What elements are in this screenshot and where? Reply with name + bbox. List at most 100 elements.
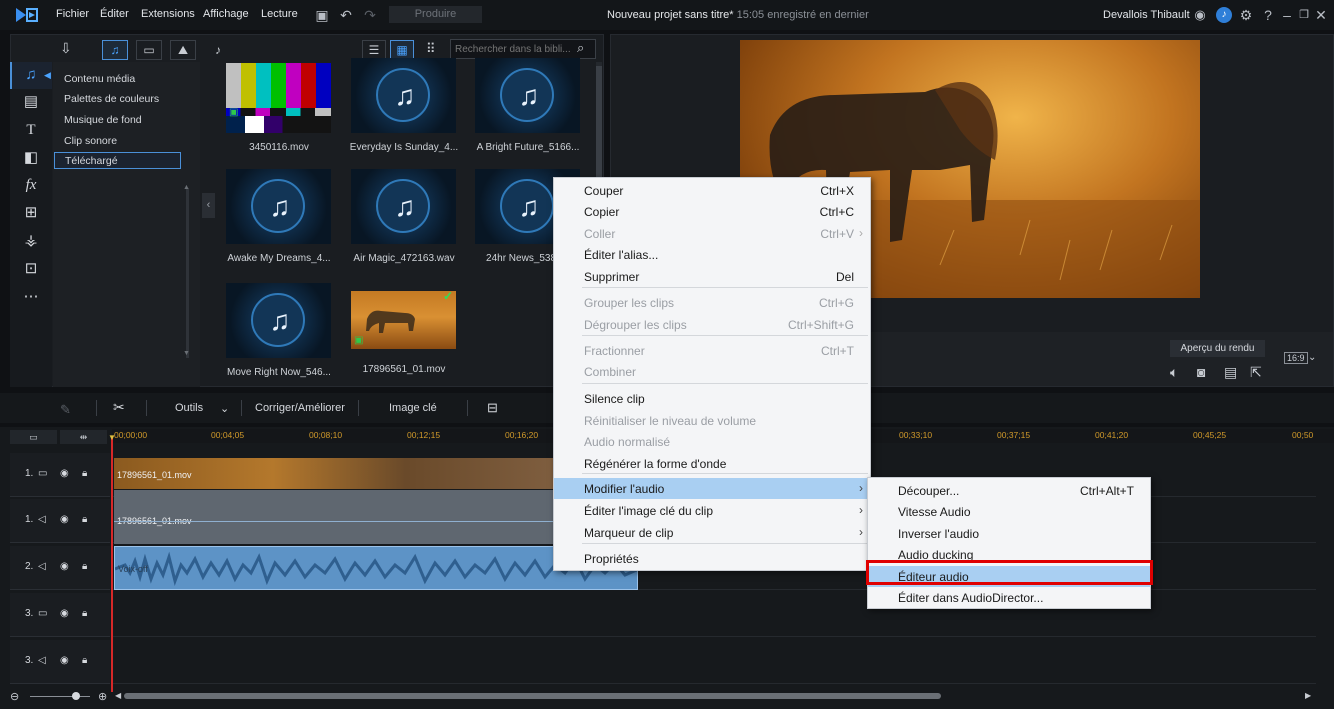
zoom-slider-track[interactable] — [30, 696, 90, 697]
context-menu-item[interactable]: Fractionner Ctrl+T — [554, 340, 870, 361]
track-header-audio-1[interactable]: 1. ◁ ◉ 🔒︎ — [10, 499, 110, 543]
media-item[interactable]: ♫ Air Magic_472163.wav — [351, 169, 456, 264]
media-room-icon[interactable]: ♫ — [20, 65, 42, 85]
media-item[interactable]: ♫ Everyday Is Sunday_4... — [350, 58, 458, 153]
track-manager-icon[interactable]: ▭ — [10, 430, 57, 444]
user-name[interactable]: Devallois Thibault — [1103, 9, 1190, 21]
track-header-video-3[interactable]: 3. ▭ ◉ 🔒︎ — [10, 593, 110, 637]
track-header-audio-3[interactable]: 3. ◁ ◉ 🔒︎ — [10, 640, 110, 684]
context-menu-item[interactable]: Dégrouper les clips Ctrl+Shift+G — [554, 314, 870, 335]
media-item[interactable]: ▣ ✓ 17896561_01.mov — [351, 291, 456, 375]
import-media-icon[interactable]: ⇩ — [60, 40, 72, 57]
subtitle-icon[interactable]: ▤ — [1224, 364, 1237, 381]
grid-view-icon[interactable]: ▦ — [390, 40, 414, 60]
produce-button[interactable]: Produire — [389, 6, 482, 23]
undo-icon[interactable]: ↶ — [337, 6, 355, 24]
context-menu-item[interactable]: Supprimer Del — [554, 266, 870, 287]
submenu-item[interactable]: Découper... Ctrl+Alt+T — [868, 480, 1150, 501]
tools-dropdown[interactable]: Outils — [175, 402, 203, 414]
context-menu-item[interactable]: Propriétés — [554, 548, 870, 569]
context-menu-item[interactable]: Copier Ctrl+C — [554, 201, 870, 222]
visibility-eye-icon[interactable]: ◉ — [60, 468, 69, 479]
lock-icon[interactable]: 🔒︎ — [82, 514, 87, 525]
tab-music-icon[interactable]: ♫ — [102, 40, 128, 60]
lock-icon[interactable]: 🔒︎ — [82, 561, 87, 572]
context-menu-item[interactable]: Éditer l'image clé du clip › — [554, 500, 870, 521]
pip-room-icon[interactable]: ⊞ — [20, 203, 42, 223]
menu-affichage[interactable]: Affichage — [203, 8, 249, 20]
playhead[interactable] — [111, 436, 113, 692]
tools-chevron-down-icon[interactable]: ⌄ — [220, 402, 229, 415]
submenu-item[interactable]: Vitesse Audio — [868, 501, 1150, 522]
playhead-marker-icon[interactable]: ▼ — [108, 433, 116, 442]
category-palettes[interactable]: Palettes de couleurs — [64, 91, 191, 108]
tab-image-icon[interactable]: ⛰ — [170, 40, 196, 60]
context-menu-item[interactable]: Régénérer la forme d'onde — [554, 453, 870, 474]
context-menu-item[interactable]: Silence clip — [554, 388, 870, 409]
context-menu-item[interactable]: Combiner — [554, 361, 870, 382]
lock-icon[interactable]: 🔒︎ — [82, 608, 87, 619]
visibility-eye-icon[interactable]: ◉ — [60, 514, 69, 525]
account-icon[interactable]: ◉ — [1191, 6, 1209, 24]
menu-editer[interactable]: Éditer — [100, 8, 129, 20]
template-room-icon[interactable]: ▤ — [20, 92, 42, 112]
settings-gear-icon[interactable]: ⚙ — [1237, 6, 1255, 24]
context-menu-item[interactable]: Audio normalisé — [554, 431, 870, 452]
render-preview-button[interactable]: Aperçu du rendu — [1170, 340, 1265, 357]
timeline-scrollbar[interactable] — [124, 693, 941, 699]
media-item[interactable]: ▣ 3450116.mov — [226, 63, 331, 153]
tab-video-icon[interactable]: ▭ — [136, 40, 162, 60]
split-scissors-icon[interactable]: ✂ — [113, 399, 125, 416]
visibility-eye-icon[interactable]: ◉ — [60, 608, 69, 619]
help-icon[interactable]: ? — [1259, 6, 1277, 24]
search-icon[interactable]: ⌕ — [577, 40, 584, 56]
scroll-up-icon[interactable]: ▲ — [183, 184, 190, 191]
media-item[interactable]: ♫ Move Right Now_546... — [226, 283, 331, 378]
draw-icon[interactable]: ✎ — [60, 402, 71, 418]
context-menu-item[interactable]: Grouper les clips Ctrl+G — [554, 292, 870, 313]
lock-icon[interactable]: 🔒︎ — [82, 468, 87, 479]
visibility-eye-icon[interactable]: ◉ — [60, 655, 69, 666]
menu-extensions[interactable]: Extensions — [141, 8, 195, 20]
aspect-ratio-select[interactable]: 16:9 — [1284, 352, 1308, 364]
menu-fichier[interactable]: Fichier — [56, 8, 89, 20]
particle-room-icon[interactable]: ⚶ — [20, 231, 42, 251]
media-item[interactable]: ♫ Awake My Dreams_4... — [226, 169, 331, 264]
context-menu-item[interactable]: Coller Ctrl+V › — [554, 223, 870, 244]
more-grid-icon[interactable]: ⠿ — [426, 41, 436, 57]
menu-lecture[interactable]: Lecture — [261, 8, 298, 20]
category-telecharge[interactable]: Téléchargé — [54, 152, 181, 169]
collapse-panel-chevron-icon[interactable]: ‹ — [202, 193, 215, 218]
transition-room-icon[interactable]: ◧ — [20, 148, 42, 168]
lock-icon[interactable]: 🔒︎ — [82, 655, 87, 666]
scroll-left-icon[interactable]: ◀ — [115, 691, 121, 700]
subtitle-room-icon[interactable]: ⊡ — [20, 259, 42, 279]
close-icon[interactable]: ✕ — [1312, 6, 1330, 24]
category-contenu-media[interactable]: Contenu média — [64, 71, 191, 88]
context-menu-item[interactable]: Éditer l'alias... — [554, 244, 870, 265]
notification-icon[interactable]: ♪ — [1216, 7, 1232, 23]
zoom-out-icon[interactable]: ⊖ — [10, 690, 19, 703]
scroll-down-icon[interactable]: ▼ — [183, 350, 190, 357]
visibility-eye-icon[interactable]: ◉ — [60, 561, 69, 572]
context-menu-item[interactable]: Modifier l'audio › — [554, 478, 870, 499]
fix-enhance-button[interactable]: Corriger/Améliorer — [255, 402, 345, 414]
submenu-item[interactable]: Éditer dans AudioDirector... — [868, 587, 1150, 608]
categories-scrollbar[interactable] — [186, 188, 189, 358]
track-header-video-1[interactable]: 1. ▭ ◉ 🔒︎ — [10, 453, 110, 497]
fx-room-icon[interactable]: fx — [20, 175, 42, 195]
minimize-icon[interactable]: – — [1278, 6, 1296, 24]
scroll-right-icon[interactable]: ▶ — [1305, 691, 1311, 700]
chevron-down-icon[interactable]: ⌄ — [1308, 352, 1316, 363]
category-musique[interactable]: Musique de fond — [64, 112, 191, 129]
zoom-slider-knob[interactable] — [72, 692, 80, 700]
track-lane[interactable] — [112, 640, 1316, 684]
library-search-input[interactable] — [450, 39, 596, 59]
volume-icon[interactable]: 🔈︎ — [1170, 364, 1178, 381]
title-room-icon[interactable]: T — [20, 120, 42, 140]
save-icon[interactable]: ▣ — [313, 6, 331, 24]
zoom-in-icon[interactable]: ⊕ — [98, 690, 107, 703]
list-view-icon[interactable]: ☰ — [362, 40, 386, 60]
clip-properties-icon[interactable]: ⊟ — [487, 400, 498, 416]
context-menu-item[interactable]: Réinitialiser le niveau de volume — [554, 410, 870, 431]
